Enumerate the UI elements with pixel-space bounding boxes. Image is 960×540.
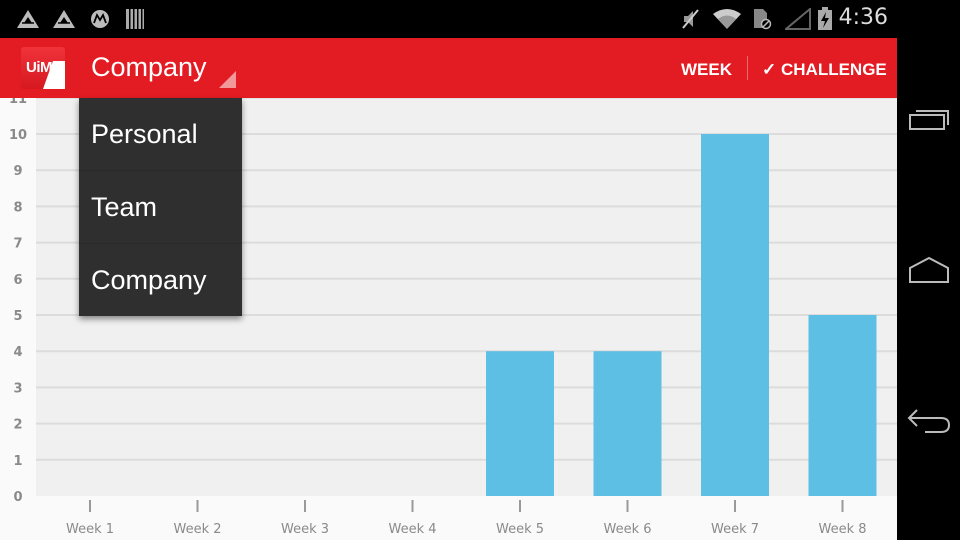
y-tick-label: 4 (13, 345, 22, 360)
triangle-logo-icon (16, 8, 40, 30)
y-tick-label: 11 (9, 98, 27, 107)
recent-apps-icon (909, 110, 949, 130)
spinner-dropdown-icon[interactable] (219, 71, 236, 88)
dropdown-option-team[interactable]: Team (79, 171, 242, 244)
x-tick-label: Week 5 (496, 522, 544, 537)
bar-week-6 (593, 351, 662, 496)
dropdown-option-personal[interactable]: Personal (79, 98, 242, 171)
triangle-logo-icon (52, 8, 76, 30)
x-tick-label: Week 3 (281, 522, 329, 537)
y-tick-label: 1 (13, 454, 22, 469)
y-tick-label: 8 (13, 200, 22, 215)
navigation-bar (897, 38, 960, 540)
recent-apps-button[interactable] (905, 100, 953, 140)
y-tick-label: 3 (13, 381, 22, 396)
app-window: UiM Company WEEK ✓ CHALLENGE 0 1 2 3 4 5 6 7 8 9 1… (0, 38, 897, 540)
y-tick-label: 5 (13, 309, 22, 324)
y-tick-label: 9 (13, 164, 22, 179)
x-tick-label: Week 8 (818, 522, 866, 537)
bar-week-8 (808, 315, 877, 496)
y-tick-label: 7 (13, 237, 22, 252)
bar-week-5 (486, 351, 554, 496)
spinner-dropdown-menu: Personal Team Company (79, 98, 242, 316)
app-logo[interactable]: UiM (21, 47, 65, 89)
action-bar: UiM Company WEEK ✓ CHALLENGE (0, 38, 897, 98)
y-tick-label: 2 (13, 418, 22, 433)
barcode-icon (126, 8, 144, 30)
check-icon: ✓ (762, 60, 777, 79)
mute-icon (680, 8, 702, 30)
dropdown-option-company[interactable]: Company (79, 244, 242, 317)
action-divider (747, 56, 748, 80)
back-icon (907, 409, 951, 433)
y-tick-label: 0 (13, 490, 22, 505)
bar-week-7 (701, 134, 769, 496)
view-spinner[interactable]: Company (91, 52, 207, 83)
status-clock: 4:36 (838, 5, 888, 30)
battery-charging-icon (817, 7, 833, 30)
home-button[interactable] (905, 250, 953, 290)
challenge-button[interactable]: ✓ CHALLENGE (762, 60, 887, 80)
week-button[interactable]: WEEK (681, 60, 732, 80)
back-button[interactable] (905, 400, 953, 440)
y-tick-label: 10 (9, 128, 27, 143)
sim-icon (752, 8, 772, 30)
x-tick-label: Week 6 (603, 522, 651, 537)
y-tick-label: 6 (13, 273, 22, 288)
status-bar: 4:36 (0, 0, 960, 38)
wifi-icon (712, 8, 742, 30)
x-tick-label: Week 4 (388, 522, 436, 537)
x-tick-label: Week 1 (66, 522, 114, 537)
x-tick-label: Week 2 (173, 522, 221, 537)
x-tick-label: Week 7 (711, 522, 759, 537)
motorola-icon (89, 8, 111, 30)
signal-icon (785, 8, 811, 30)
home-icon (909, 256, 949, 283)
logo-text: UiM (26, 59, 53, 76)
challenge-label: CHALLENGE (780, 60, 887, 79)
